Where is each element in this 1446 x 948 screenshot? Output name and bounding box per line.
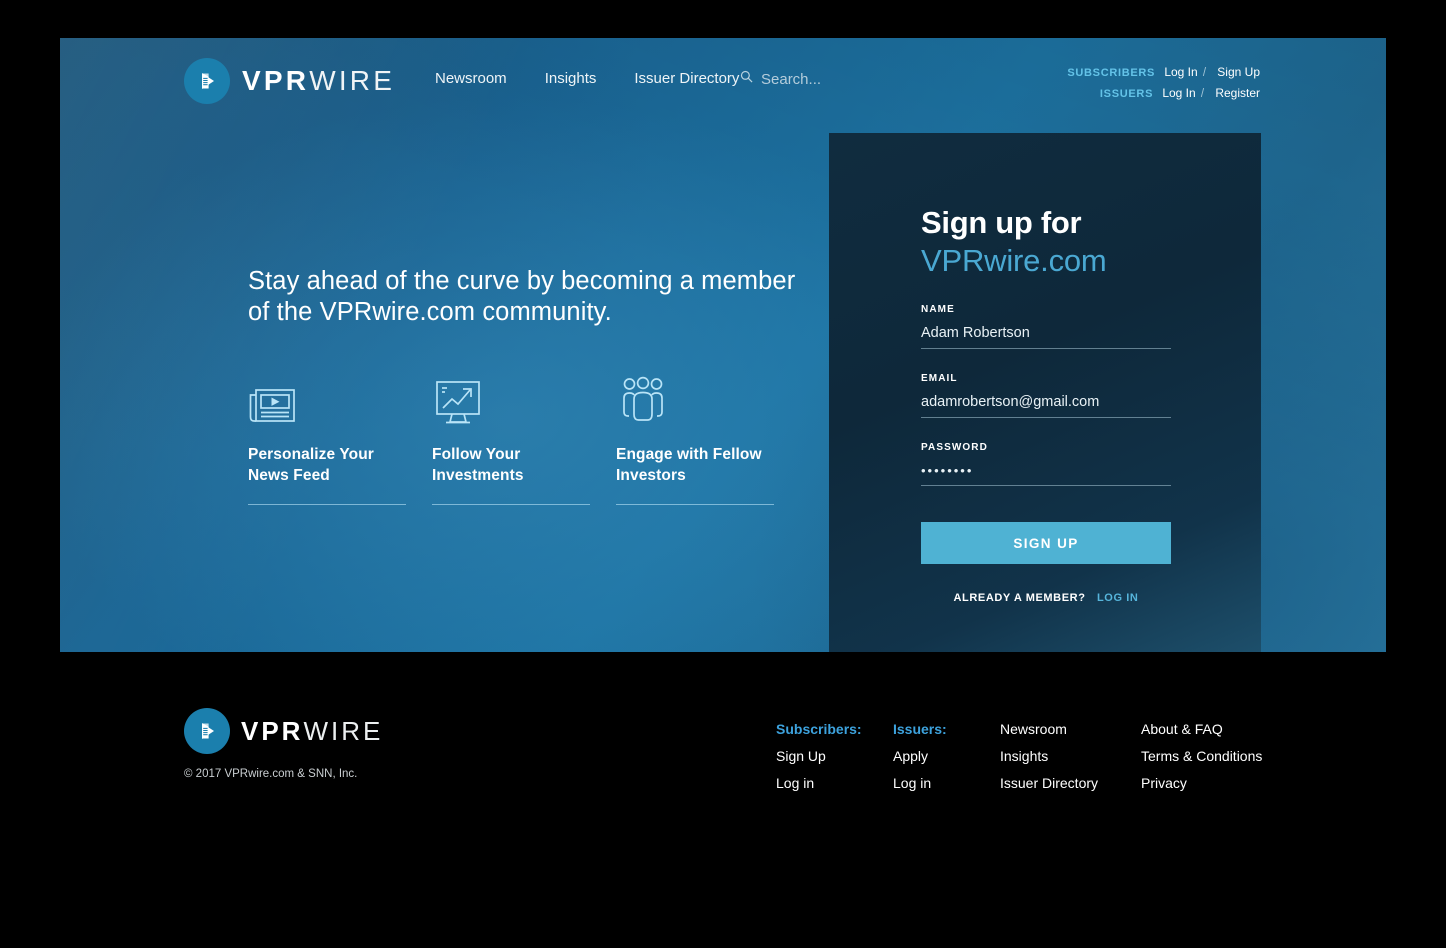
footer-logo-light: WIRE [303,715,384,746]
email-field-group: EMAIL [921,373,1171,418]
name-field-group: NAME [921,304,1171,349]
nav-item-newsroom[interactable]: Newsroom [435,70,507,87]
footer-link-about-faq[interactable]: About & FAQ [1141,716,1301,743]
auth-row-subscribers: SUBSCRIBERS Log In / Sign Up [1067,62,1260,83]
feature-item-personalize: Personalize Your News Feed [248,370,406,505]
feature-divider-3 [616,504,774,505]
feature-item-engage: Engage with Fellow Investors [616,370,774,505]
issuers-register-link[interactable]: Register [1215,86,1260,100]
search-input[interactable] [761,70,931,88]
logo-wordmark-bold: VPR [242,65,310,96]
footer-link-issuers-login[interactable]: Log in [893,770,1000,797]
hero-headline: Stay ahead of the curve by becoming a me… [248,267,796,326]
footer-link-privacy[interactable]: Privacy [1141,770,1301,797]
logo-wordmark: VPRWIRE [242,65,395,97]
play-document-logo-icon [184,58,230,104]
footer-column-subscribers: Subscribers: Sign Up Log in [776,716,893,797]
name-input[interactable] [921,325,1171,349]
password-field-label: PASSWORD [921,442,988,453]
footer-logo-wordmark: VPRWIRE [241,716,383,747]
signup-form: Sign up for VPRwire.com NAME EMAIL PASSW… [921,204,1171,606]
search-box[interactable] [740,70,931,88]
feature-divider-1 [248,504,406,505]
subscribers-login-link[interactable]: Log In [1164,65,1197,79]
footer-logo[interactable]: VPRWIRE [184,708,383,754]
page-root: VPRWIRE Newsroom Insights Issuer Directo… [0,0,1446,948]
footer-play-document-logo-icon [184,708,230,754]
feature-title-follow: Follow Your Investments [432,446,524,484]
signup-submit-button[interactable]: SIGN UP [921,522,1171,564]
auth-label-issuers: ISSUERS [1099,88,1154,100]
footer-link-subscribers-login[interactable]: Log in [776,770,893,797]
footer-link-issuer-directory[interactable]: Issuer Directory [1000,770,1141,797]
newspaper-play-icon [248,370,406,428]
subscribers-signup-link[interactable]: Sign Up [1217,65,1260,79]
footer-link-newsroom[interactable]: Newsroom [1000,716,1141,743]
footer-column-issuers: Issuers: Apply Log in [893,716,1000,797]
auth-label-subscribers: SUBSCRIBERS [1067,67,1156,79]
auth-separator-2: / [1200,88,1205,100]
name-field-label: NAME [921,304,955,315]
logo-wordmark-light: WIRE [309,65,396,96]
people-group-icon [616,370,774,428]
signup-panel: Sign up for VPRwire.com NAME EMAIL PASSW… [829,133,1261,652]
monitor-trend-up-icon [432,370,590,428]
auth-row-issuers: ISSUERS Log In / Register [1067,83,1260,104]
header-auth-links: SUBSCRIBERS Log In / Sign Up ISSUERS Log… [1067,62,1260,104]
signup-title-line1: Sign up for [921,205,1082,240]
primary-nav: Newsroom Insights Issuer Directory [435,70,739,87]
nav-item-insights[interactable]: Insights [545,70,597,87]
footer-heading-subscribers: Subscribers: [776,721,862,737]
email-field-label: EMAIL [921,373,958,384]
footer-link-insights[interactable]: Insights [1000,743,1141,770]
password-field-group: PASSWORD [921,442,1171,486]
hero-copy: Stay ahead of the curve by becoming a me… [248,266,808,328]
footer-link-issuers-apply[interactable]: Apply [893,743,1000,770]
footer-column-content: Newsroom Insights Issuer Directory [1000,716,1141,797]
email-input[interactable] [921,394,1171,418]
signup-title: Sign up for VPRwire.com [921,204,1171,280]
copyright-text: © 2017 VPRwire.com & SNN, Inc. [184,768,358,780]
feature-divider-2 [432,504,590,505]
feature-item-follow: Follow Your Investments [432,370,590,505]
signup-title-line2: VPRwire.com [921,243,1107,278]
footer-link-terms[interactable]: Terms & Conditions [1141,743,1301,770]
site-header: VPRWIRE Newsroom Insights Issuer Directo… [60,38,1386,124]
footer-heading-issuers: Issuers: [893,721,947,737]
footer-logo-bold: VPR [241,715,304,746]
issuers-login-link[interactable]: Log In [1162,86,1195,100]
already-member-row: ALREADY A MEMBER? LOG IN [921,588,1171,606]
footer-link-subscribers-signup[interactable]: Sign Up [776,743,893,770]
feature-title-personalize: Personalize Your News Feed [248,446,374,484]
nav-item-issuer-directory[interactable]: Issuer Directory [634,70,739,87]
password-input[interactable] [921,463,1171,486]
feature-list: Personalize Your News Feed Follow Your I… [248,370,774,505]
site-logo[interactable]: VPRWIRE [184,58,395,104]
hero-section: VPRWIRE Newsroom Insights Issuer Directo… [60,38,1386,652]
search-icon [740,70,753,88]
login-link[interactable]: LOG IN [1097,592,1139,604]
site-footer: VPRWIRE © 2017 VPRwire.com & SNN, Inc. S… [0,652,1446,948]
auth-separator: / [1202,67,1207,79]
feature-title-engage: Engage with Fellow Investors [616,446,762,484]
footer-link-columns: Subscribers: Sign Up Log in Issuers: App… [776,716,1301,797]
footer-column-about: About & FAQ Terms & Conditions Privacy [1141,716,1301,797]
already-member-text: ALREADY A MEMBER? [953,592,1086,604]
